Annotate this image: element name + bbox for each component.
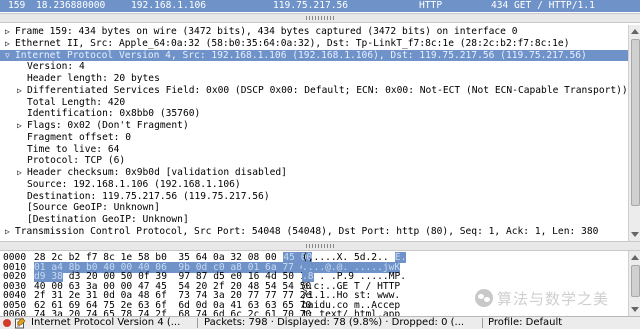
scroll-up-arrow-icon[interactable] (631, 255, 639, 260)
details-tree-item-label: Time to live: 64 (27, 143, 120, 155)
expand-triangle-icon[interactable]: ▷ (17, 167, 22, 178)
status-field-label: Internet Protocol Version 4 (... (31, 317, 181, 328)
scroll-up-arrow-icon[interactable] (631, 29, 639, 34)
details-tree-item[interactable]: ▷ Frame 159: 434 bytes on wire (3472 bits… (0, 26, 628, 37)
details-tree-item[interactable]: ▷ Header checksum: 0x9b0d [validation dis… (0, 167, 628, 178)
expand-triangle-icon[interactable]: ▷ (5, 26, 10, 37)
details-tree-item-label: [Source GeoIP: Unknown] (27, 202, 160, 214)
hex-bytes: 74 3a 20 74 65 78 74 2f 68 74 6d 6c 2c 6… (34, 309, 312, 316)
details-tree-item[interactable]: Time to live: 64 (0, 144, 628, 155)
details-tree-item-label: Transmission Control Protocol, Src Port:… (15, 225, 599, 237)
details-tree-item[interactable]: ▷ Differentiated Services Field: 0x00 (DS… (0, 85, 628, 96)
status-separator (197, 318, 198, 328)
expand-triangle-icon[interactable]: ▷ (17, 85, 22, 96)
details-tree-item[interactable]: Source: 192.168.1.106 (192.168.1.106) (0, 179, 628, 190)
status-profile[interactable]: Profile: Default (488, 317, 638, 329)
pane-splitter-bottom[interactable] (0, 241, 640, 251)
collapse-triangle-icon[interactable]: ▽ (5, 50, 10, 61)
details-scrollbar[interactable] (628, 25, 640, 241)
packet-list-selected-row[interactable]: 159 18.236880000 192.168.1.106 119.75.21… (0, 0, 640, 12)
splitter-grip-icon (306, 16, 336, 20)
capture-comments-icon[interactable] (14, 317, 26, 329)
details-tree-item-label: Total Length: 420 (27, 96, 126, 108)
details-tree-item-label: Destination: 119.75.217.56 (119.75.217.5… (27, 190, 270, 202)
details-tree-item[interactable]: ▽ Internet Protocol Version 4, Src: 192.1… (0, 49, 628, 61)
watermark: 算法与数学之美 (475, 287, 609, 309)
bytes-scrollbar[interactable] (628, 251, 640, 316)
details-tree-item[interactable]: ▷ Ethernet II, Src: Apple_64:0a:32 (58:b0… (0, 38, 628, 49)
details-tree-item[interactable]: Protocol: TCP (6) (0, 155, 628, 166)
packet-protocol: HTTP (419, 0, 443, 11)
details-tree-item[interactable]: [Source GeoIP: Unknown] (0, 202, 628, 213)
packet-source: 192.168.1.106 (131, 0, 207, 11)
details-tree-item-label: Source: 192.168.1.106 (192.168.1.106) (27, 178, 241, 190)
details-tree-item-label: Protocol: TCP (6) (27, 155, 126, 167)
scroll-down-arrow-icon[interactable] (631, 307, 639, 312)
expert-info-icon[interactable] (2, 317, 12, 329)
details-tree-item[interactable]: ▷ Flags: 0x02 (Don't Fragment) (0, 120, 628, 131)
details-tree-item-label: Header length: 20 bytes (27, 73, 160, 84)
splitter-grip-icon (306, 244, 336, 248)
expand-triangle-icon[interactable]: ▷ (5, 38, 10, 49)
hex-offset: 0060 (3, 309, 27, 316)
status-bar: Internet Protocol Version 4 (... Packets… (0, 316, 640, 329)
details-tree-item-label: Internet Protocol Version 4, Src: 192.16… (15, 49, 587, 61)
pane-splitter-top[interactable] (0, 13, 640, 23)
packet-info: GET / HTTP/1.1 (514, 0, 595, 11)
details-tree-item-label: Header checksum: 0x9b0d [validation disa… (27, 167, 287, 178)
details-tree-item[interactable]: Header length: 20 bytes (0, 73, 628, 84)
packet-no: 159 (8, 0, 26, 11)
details-tree-item-label: Fragment offset: 0 (27, 131, 131, 143)
details-tree-item[interactable]: Destination: 119.75.217.56 (119.75.217.5… (0, 191, 628, 202)
status-separator (482, 318, 483, 328)
watermark-text: 算法与数学之美 (497, 289, 610, 308)
scroll-down-arrow-icon[interactable] (631, 232, 639, 237)
details-tree-item[interactable]: ▷ Transmission Control Protocol, Src Port… (0, 226, 628, 237)
details-tree-item[interactable]: Total Length: 420 (0, 97, 628, 108)
ascii-bytes: t: text/ html,app (302, 309, 401, 316)
details-tree-item-label: Version: 4 (27, 61, 85, 73)
details-tree-item-label: [Destination GeoIP: Unknown] (27, 214, 189, 225)
bytes-scroll-thumb[interactable] (631, 265, 640, 297)
wechat-logo-icon (475, 289, 493, 307)
packet-details-pane[interactable]: ▷ Frame 159: 434 bytes on wire (3472 bits… (0, 25, 628, 241)
details-tree-item-label: Identification: 0x8bb0 (35760) (27, 108, 201, 120)
expand-triangle-icon[interactable]: ▷ (17, 120, 22, 131)
details-tree-item-label: Frame 159: 434 bytes on wire (3472 bits)… (15, 26, 518, 37)
details-tree-item[interactable]: [Destination GeoIP: Unknown] (0, 214, 628, 225)
packet-destination: 119.75.217.56 (273, 0, 349, 11)
details-tree-item-label: Differentiated Services Field: 0x00 (DSC… (27, 84, 628, 96)
expand-triangle-icon[interactable]: ▷ (5, 226, 10, 237)
details-tree-item[interactable]: Version: 4 (0, 61, 628, 72)
packet-length: 434 (491, 0, 509, 11)
packet-time: 18.236880000 (36, 0, 106, 11)
details-tree-item[interactable]: Identification: 0x8bb0 (35760) (0, 108, 628, 119)
status-packet-counts: Packets: 798 · Displayed: 78 (9.8%) · Dr… (204, 317, 465, 328)
details-tree-item[interactable]: Fragment offset: 0 (0, 132, 628, 143)
details-scroll-thumb[interactable] (631, 39, 640, 206)
details-tree-item-label: Ethernet II, Src: Apple_64:0a:32 (58:b0:… (15, 37, 570, 49)
details-tree-item-label: Flags: 0x02 (Don't Fragment) (27, 120, 189, 131)
